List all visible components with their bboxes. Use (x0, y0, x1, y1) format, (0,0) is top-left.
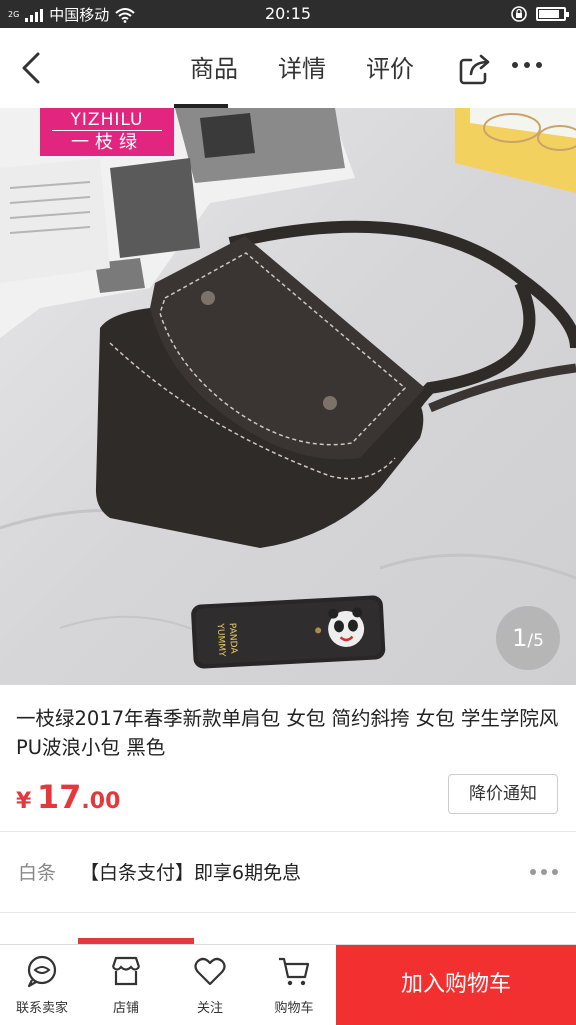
tab-reviews[interactable]: 评价 (346, 28, 434, 108)
brand-logo-cn: 一枝绿 (71, 132, 143, 153)
contact-seller-button[interactable]: 联系卖家 (0, 945, 84, 1025)
brand-logo-en: YIZHILU (52, 110, 162, 131)
cart-button[interactable]: 购物车 (252, 945, 336, 1025)
store-label: 店铺 (112, 1001, 139, 1016)
cart-icon (279, 957, 310, 986)
tab-bar: 商品 详情 评价 (170, 28, 434, 108)
image-counter: 1/5 (496, 606, 560, 670)
tab-product[interactable]: 商品 (170, 28, 258, 108)
contact-seller-label: 联系卖家 (15, 1001, 68, 1016)
store-icon (111, 956, 141, 986)
follow-button[interactable]: 关注 (168, 945, 252, 1025)
brand-logo: YIZHILU 一枝绿 (40, 108, 174, 156)
tab-details[interactable]: 详情 (258, 28, 346, 108)
product-title: 一枝绿2017年春季新款单肩包 女包 简约斜挎 女包 学生学院风PU波浪小包 黑… (16, 707, 559, 759)
image-counter-total: /5 (527, 631, 544, 651)
product-photo: YUMMY PANDA (0, 108, 576, 685)
top-nav-bar: 商品 详情 评价 (0, 28, 576, 109)
svg-text:YUMMY: YUMMY (215, 622, 227, 657)
add-to-cart-button[interactable]: 加入购物车 (336, 945, 576, 1025)
chat-icon (27, 955, 57, 988)
follow-label: 关注 (196, 1001, 223, 1016)
baitiao-promo-text: 【白条支付】即享6期免息 (80, 862, 302, 884)
battery-icon (536, 7, 569, 21)
share-icon[interactable] (458, 52, 492, 86)
image-counter-current: 1 (512, 624, 528, 652)
divider (0, 912, 576, 913)
heart-icon (194, 957, 226, 986)
price-symbol: ¥ (16, 789, 32, 814)
clock: 20:15 (264, 4, 312, 23)
bottom-action-bar: 联系卖家 店铺 关注 购物车 加入购物车 (0, 944, 576, 1025)
status-bar: 2G 中国移动 20:15 (0, 0, 576, 28)
baitiao-label: 白条 (18, 862, 57, 884)
svg-text:PANDA: PANDA (227, 623, 239, 655)
cart-label: 购物车 (274, 1001, 314, 1016)
more-icon[interactable] (512, 62, 542, 68)
price-decimal: .00 (81, 789, 121, 814)
back-arrow-icon[interactable] (14, 48, 54, 88)
product-image-gallery[interactable]: YUMMY PANDA YIZHILU 一枝绿 1/5 (0, 108, 576, 685)
price-integer: 17 (36, 778, 82, 816)
product-price: ¥ 17.00 (16, 778, 120, 816)
more-icon[interactable] (530, 869, 558, 875)
divider (0, 831, 576, 832)
store-button[interactable]: 店铺 (84, 945, 168, 1025)
rotation-lock-icon (511, 6, 527, 22)
price-drop-notify-button[interactable]: 降价通知 (448, 774, 558, 814)
